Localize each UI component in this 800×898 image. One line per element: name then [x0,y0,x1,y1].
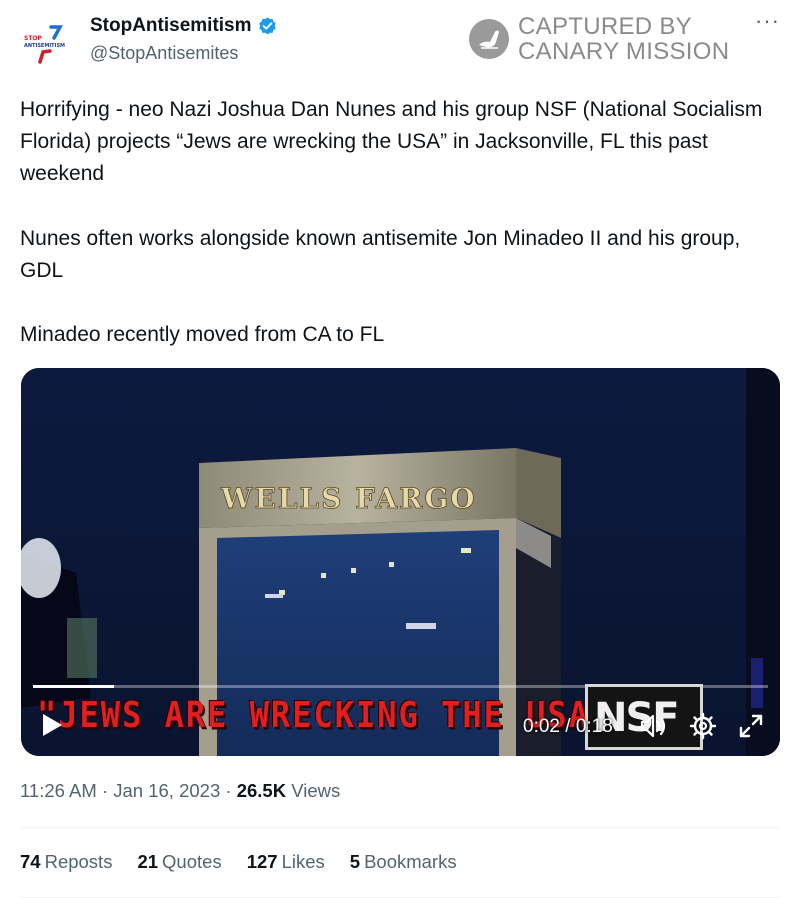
meta-separator: · [101,780,109,801]
volume-icon[interactable] [639,712,667,740]
tweet-text: Horrifying - neo Nazi Joshua Dan Nunes a… [20,94,780,383]
tweet-paragraph: Horrifying - neo Nazi Joshua Dan Nunes a… [20,98,763,186]
avatar-text-top: STOP [24,35,43,42]
tweet-paragraph: Nunes often works alongside known antise… [20,226,741,282]
play-icon[interactable] [41,713,63,737]
more-options-icon[interactable]: ··· [755,10,780,32]
watermark-line2: CANARY MISSION [518,38,730,65]
handle[interactable]: @StopAntisemites [90,43,238,64]
fullscreen-icon[interactable] [737,712,765,740]
video-time: 0:02 / 0:18 [523,716,613,737]
stat-count: 127 [246,851,278,872]
tweet-time[interactable]: 11:26 AM [20,780,97,801]
canary-mission-watermark: CAPTURED BY CANARY MISSION [468,14,729,64]
canary-bird-icon [469,19,509,59]
building-sign-text: WELLS FARGO [220,482,477,515]
stat-count: 21 [137,851,159,872]
watermark-text: CAPTURED BY CANARY MISSION [518,14,729,64]
display-name[interactable]: StopAntisemitism [90,15,252,37]
stopantisemitism-logo-icon: STOP ANTISEMITISM [20,16,72,68]
tweet-header: STOP ANTISEMITISM StopAntisemitism @Stop… [0,0,800,80]
avatar-text-bottom: ANTISEMITISM [24,43,65,49]
watermark-line1: CAPTURED BY [518,13,692,40]
tweet-meta: 11:26 AM · Jan 16, 2023 · 26.5K Views [20,780,340,802]
views-label: Views [291,780,341,801]
video-player[interactable]: WELLS FARGO "JEWS ARE WRECKING THE USA" … [21,368,780,756]
divider [20,827,780,828]
meta-separator: · [225,780,232,801]
stat-quotes[interactable]: 21 Quotes [137,851,221,873]
engagement-stats: 74 Reposts 21 Quotes 127 Likes 5 Bookmarks [20,851,482,873]
avatar[interactable]: STOP ANTISEMITISM [20,16,72,68]
verified-badge-icon [258,16,276,34]
stat-label: Quotes [162,851,222,872]
tweet-paragraph: Minadeo recently moved from CA to FL [20,323,385,347]
stat-label: Reposts [44,851,113,872]
video-progress-fill [33,685,114,688]
stat-label: Bookmarks [364,851,457,872]
stat-label: Likes [281,851,325,872]
stat-count: 5 [349,851,361,872]
name-row: StopAntisemitism [90,15,278,37]
views-count: 26.5K [236,780,287,801]
stat-count: 74 [20,851,41,872]
stat-bookmarks[interactable]: 5 Bookmarks [350,851,457,873]
tweet-date[interactable]: Jan 16, 2023 [113,780,220,801]
settings-gear-icon[interactable] [689,712,717,740]
stat-reposts[interactable]: 74 Reposts [20,851,112,873]
stat-likes[interactable]: 127 Likes [247,851,325,873]
